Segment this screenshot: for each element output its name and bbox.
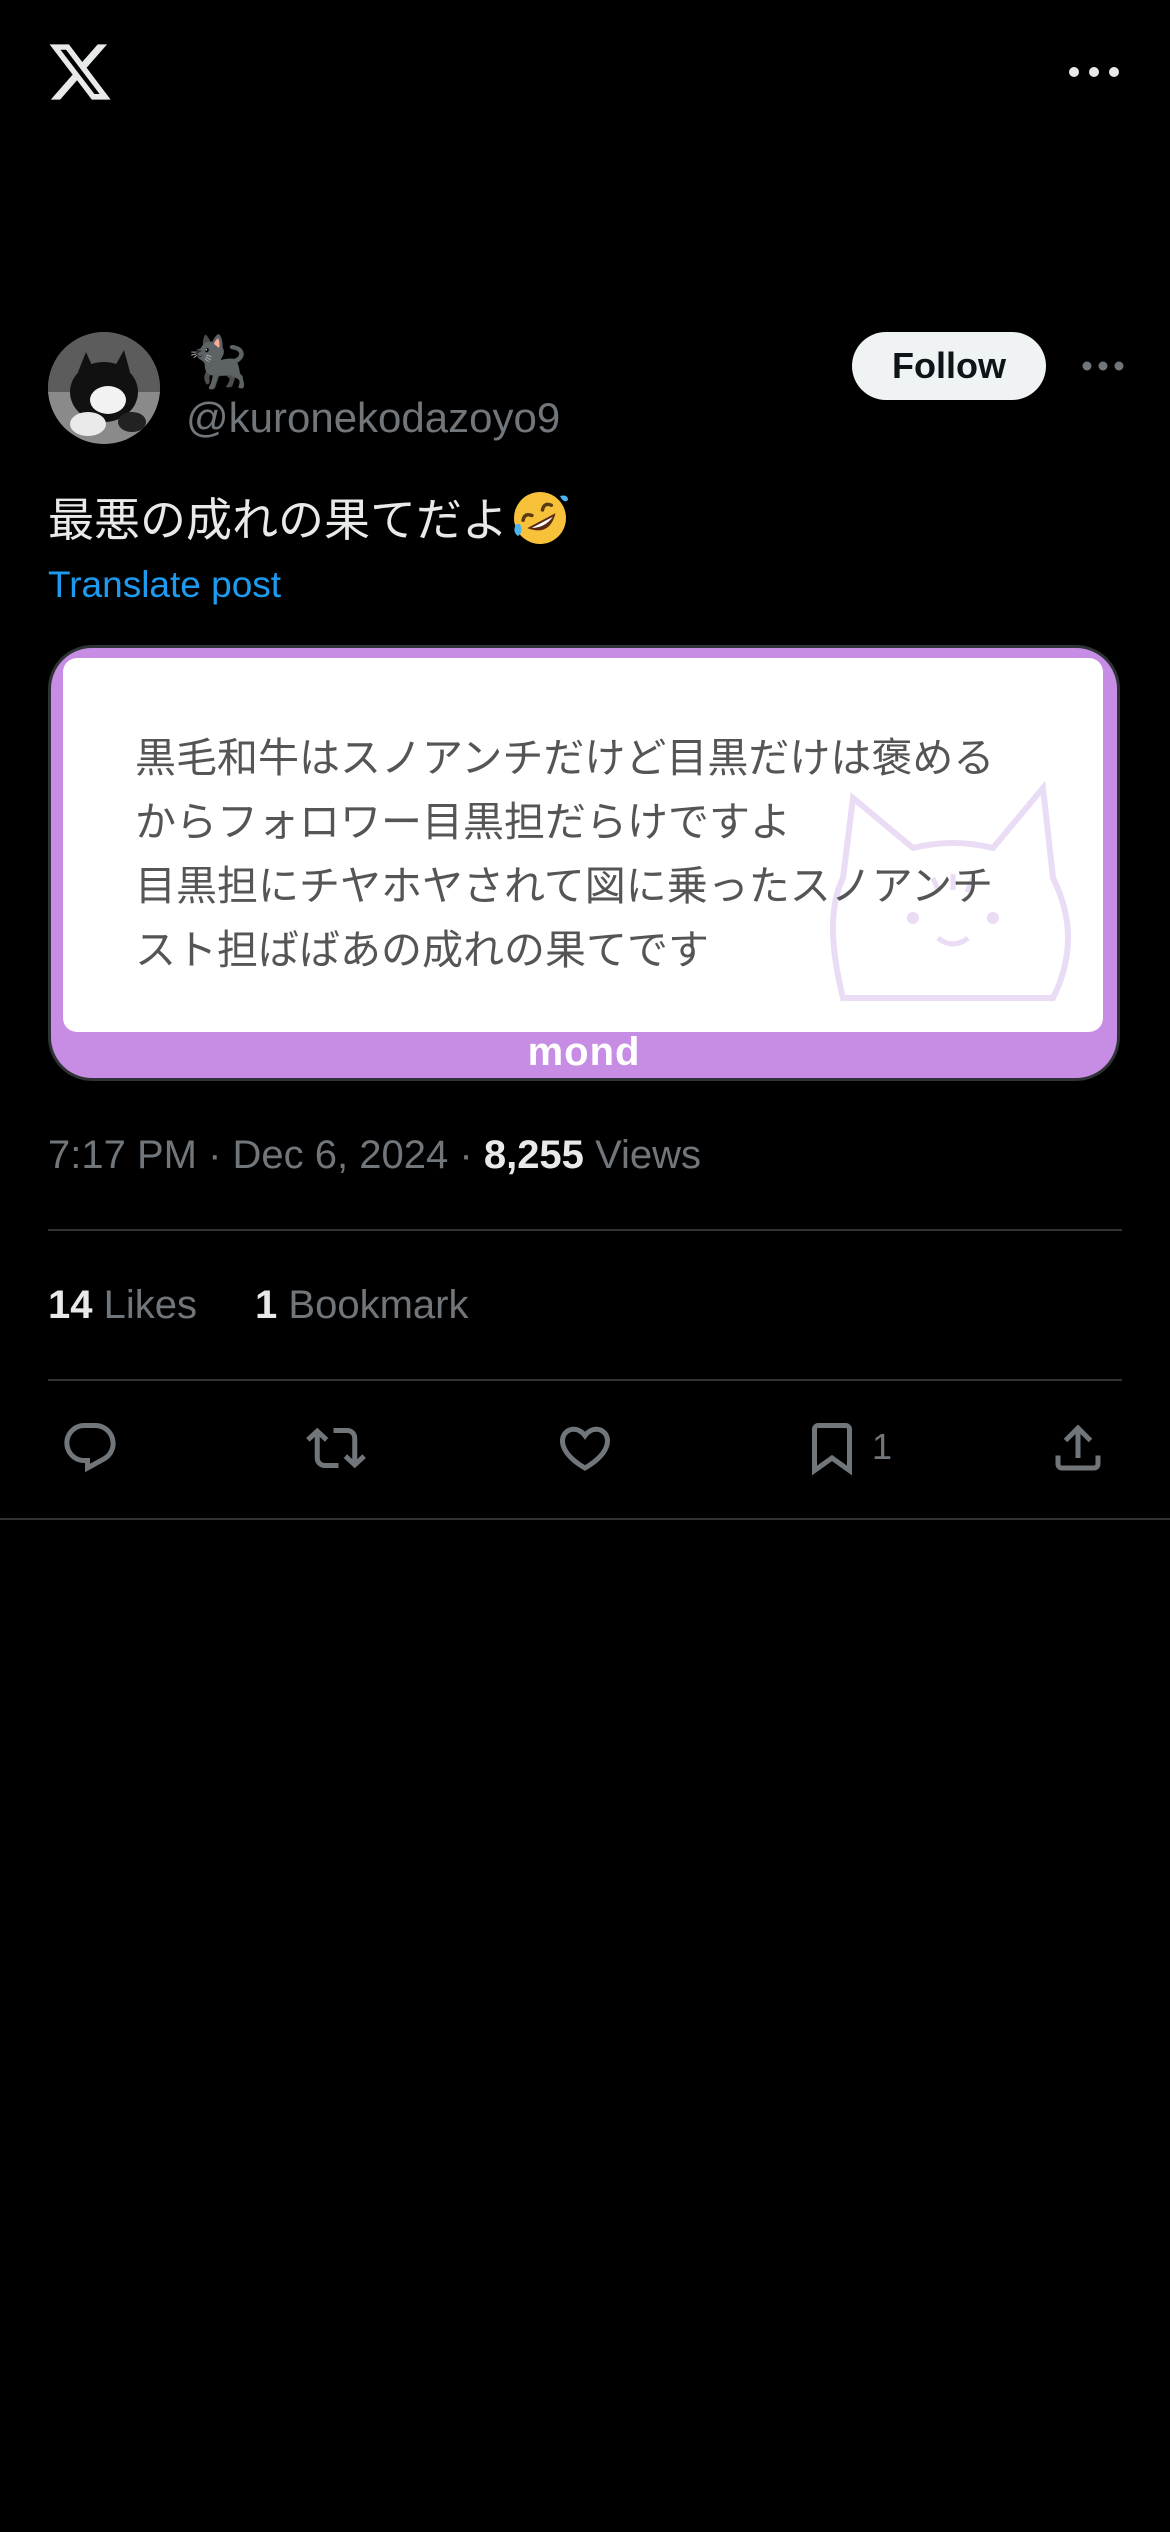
post-meta: 7:17 PM · Dec 6, 2024 · 8,255 Views xyxy=(48,1128,701,1182)
post-stats: 14 Likes 1 Bookmark xyxy=(48,1278,468,1332)
more-horizontal-icon[interactable] xyxy=(1064,52,1124,92)
bookmark-icon[interactable] xyxy=(802,1418,862,1478)
repost-icon[interactable] xyxy=(306,1418,366,1478)
avatar[interactable] xyxy=(48,332,160,444)
media-footer-brand: mond xyxy=(527,1030,641,1074)
views-label: Views xyxy=(595,1133,702,1177)
bookmark-count: 1 xyxy=(872,1426,893,1467)
likes-count: 14 xyxy=(48,1283,93,1327)
bookmarks-label: Bookmark xyxy=(288,1283,469,1327)
follow-button[interactable]: Follow xyxy=(852,332,1046,400)
action-bar: 1 xyxy=(0,1410,1170,1490)
post-text-body: 最悪の成れの果てだよ xyxy=(48,494,508,546)
share-icon[interactable] xyxy=(1048,1418,1108,1478)
display-name[interactable]: 🐈‍⬛ xyxy=(186,332,248,392)
likes-label: Likes xyxy=(103,1283,198,1327)
translate-post-link[interactable]: Translate post xyxy=(48,562,281,608)
media-card: 黒毛和牛はスノアンチだけど目黒だけは褒める からフォロワー目黒担だらけですよ 目… xyxy=(63,658,1103,1032)
top-bar xyxy=(0,0,1170,150)
heart-icon[interactable] xyxy=(555,1418,615,1478)
media-text: 黒毛和牛はスノアンチだけど目黒だけは褒める からフォロワー目黒担だらけですよ 目… xyxy=(135,735,995,973)
meta-separator: · xyxy=(459,1133,473,1177)
likes-stat[interactable]: 14 Likes xyxy=(48,1283,197,1327)
reply-icon[interactable] xyxy=(60,1418,120,1478)
post-time[interactable]: 7:17 PM xyxy=(48,1133,197,1177)
bookmarks-stat[interactable]: 1 Bookmark xyxy=(255,1283,468,1327)
divider xyxy=(48,1229,1122,1231)
avatar-cat-image xyxy=(48,332,160,444)
post-date[interactable]: Dec 6, 2024 xyxy=(233,1133,449,1177)
divider xyxy=(0,1518,1170,1520)
post-author: 🐈‍⬛ @kuronekodazoyo9 Follow xyxy=(48,332,1124,448)
post-media[interactable]: 黒毛和牛はスノアンチだけど目黒だけは褒める からフォロワー目黒担だらけですよ 目… xyxy=(48,645,1120,1081)
more-horizontal-icon[interactable] xyxy=(1078,348,1128,384)
rolling-on-floor-laughing-emoji-icon xyxy=(514,492,568,544)
bookmarks-count: 1 xyxy=(255,1283,278,1327)
meta-separator: · xyxy=(208,1133,222,1177)
x-logo-icon[interactable] xyxy=(46,38,114,106)
views-count: 8,255 xyxy=(483,1133,584,1177)
username-handle[interactable]: @kuronekodazoyo9 xyxy=(186,392,560,444)
divider xyxy=(48,1379,1122,1381)
post-text: 最悪の成れの果てだよ xyxy=(48,488,570,552)
